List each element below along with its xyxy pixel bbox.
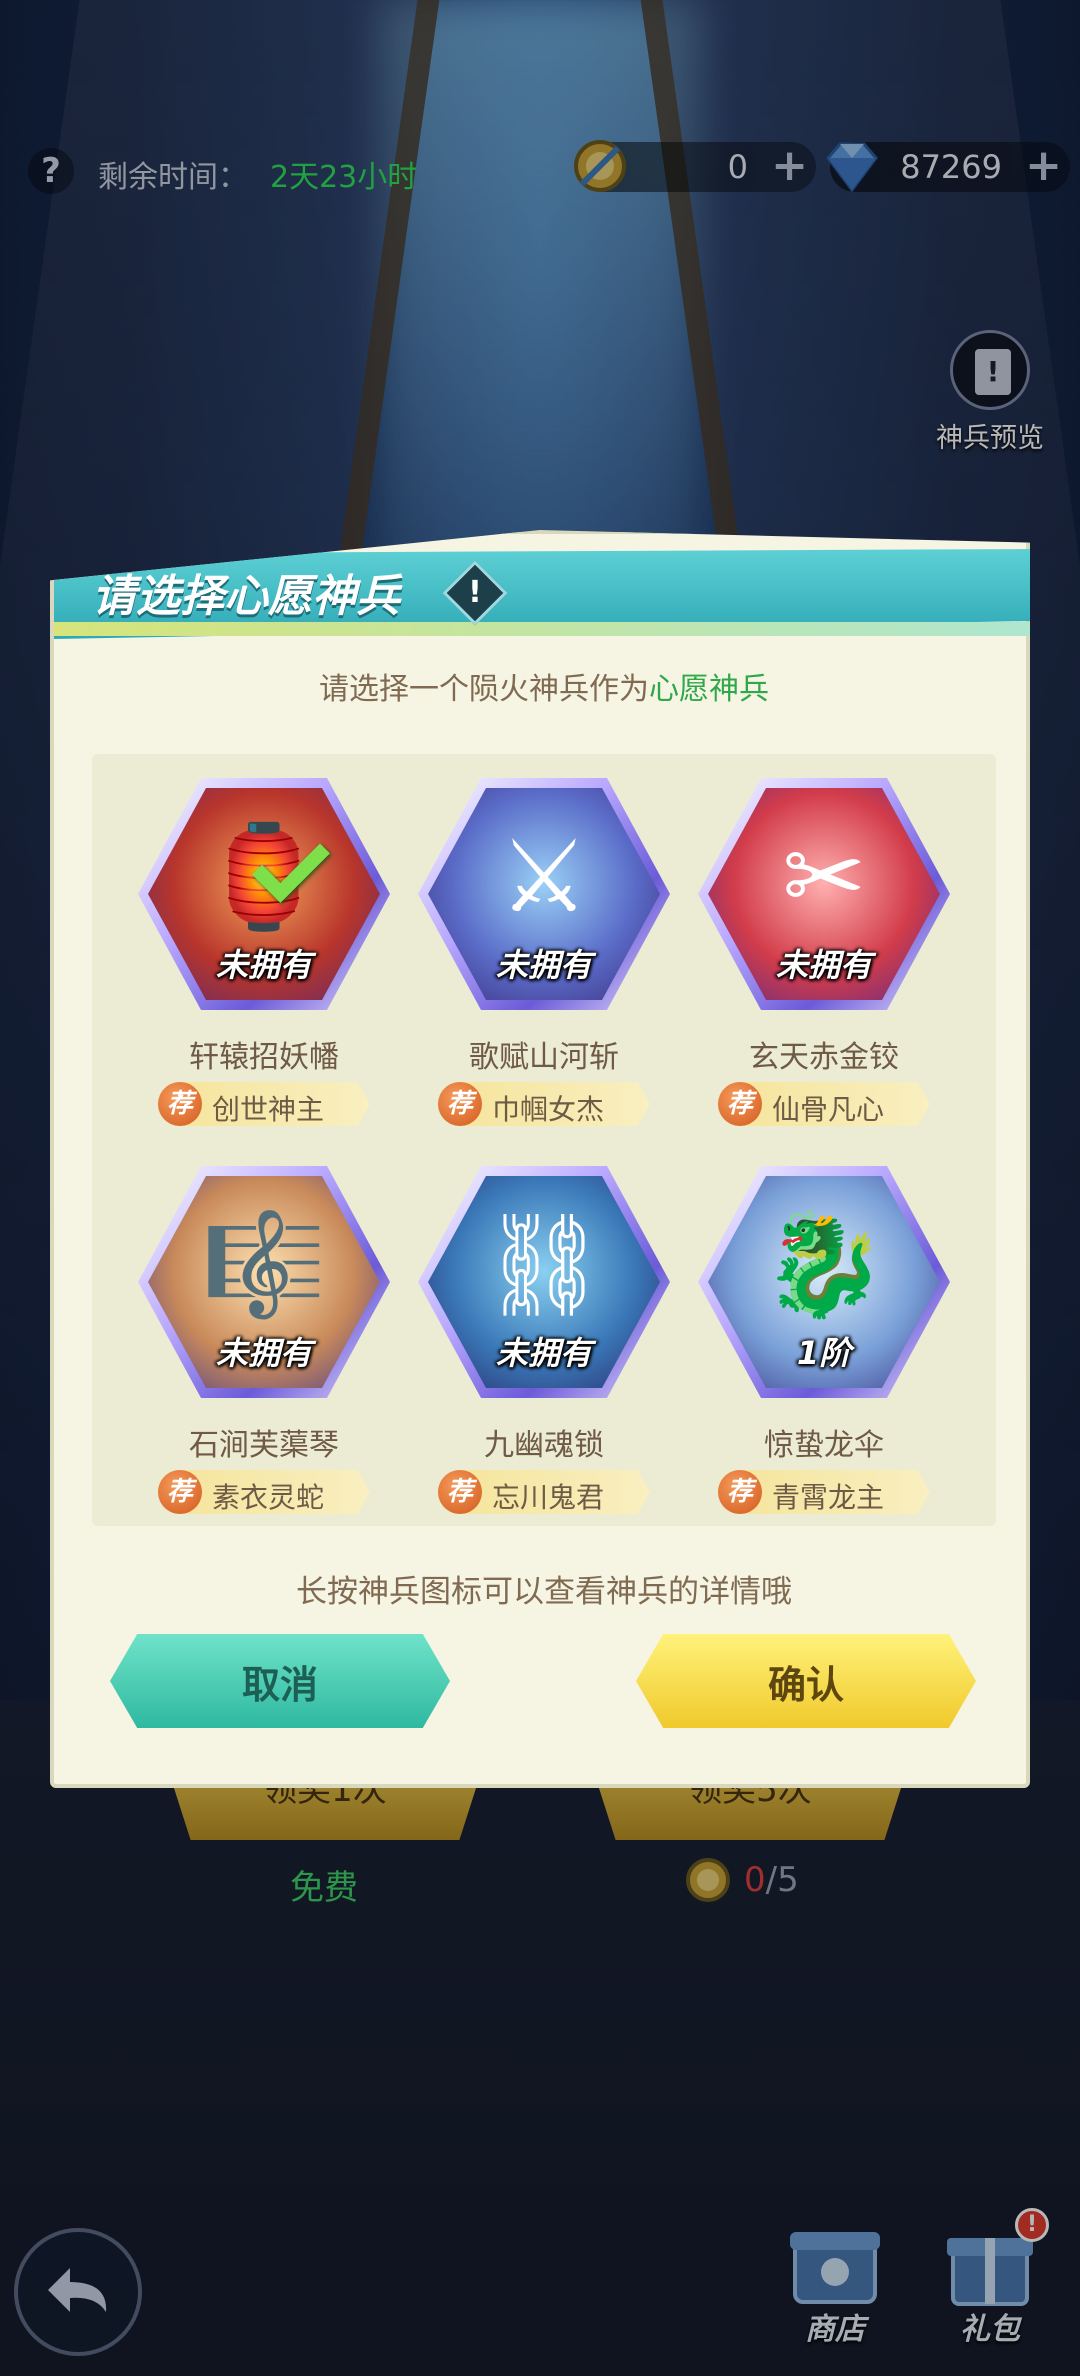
weapon-name: 歌赋山河斩 xyxy=(469,1040,619,1075)
weapon-name: 九幽魂锁 xyxy=(484,1428,604,1463)
recommended-hero-tag: 荐 巾帼女杰 xyxy=(438,1082,650,1126)
recommend-badge: 荐 xyxy=(438,1470,482,1514)
cancel-button[interactable]: 取消 xyxy=(110,1634,450,1728)
recommended-hero-name: 青霄龙主 xyxy=(772,1481,885,1514)
scissors-weapon-icon: ⚔ xyxy=(499,818,589,935)
weapon-card-1[interactable]: 🏮 未拥有 轩辕招妖幡 荐 创世神主 xyxy=(124,778,404,1158)
recommended-hero-tag: 荐 青霄龙主 xyxy=(718,1470,930,1514)
confirm-button[interactable]: 确认 xyxy=(636,1634,976,1728)
recommended-hero-tag: 荐 素衣灵蛇 xyxy=(158,1470,370,1514)
recommend-badge: 荐 xyxy=(718,1470,762,1514)
ownership-status: 未拥有 xyxy=(495,946,592,984)
ownership-status: 未拥有 xyxy=(215,1334,312,1372)
zither-weapon-icon: 🎼 xyxy=(201,1206,327,1323)
dialog-subtitle: 请选择一个陨火神兵作为心愿神兵 xyxy=(319,672,769,707)
weapon-name: 玄天赤金铰 xyxy=(749,1040,899,1075)
recommended-hero-name: 仙骨凡心 xyxy=(772,1093,885,1126)
weapon-name: 轩辕招妖幡 xyxy=(189,1040,339,1075)
weapon-grid: 🏮 未拥有 轩辕招妖幡 荐 创世神主 ⚔ 未拥有 歌赋山河斩 荐 巾帼女杰 ✂ … xyxy=(92,754,996,1526)
chain-weapon-icon: ⛓ xyxy=(480,1206,608,1323)
dialog-header-strip xyxy=(54,622,1030,636)
recommended-hero-name: 创世神主 xyxy=(212,1093,325,1126)
recommended-hero-tag: 荐 忘川鬼君 xyxy=(438,1470,650,1514)
golden-scissors-weapon-icon: ✂ xyxy=(782,818,866,935)
recommended-hero-tag: 荐 创世神主 xyxy=(158,1082,370,1126)
recommend-badge: 荐 xyxy=(158,1470,202,1514)
recommended-hero-name: 巾帼女杰 xyxy=(492,1093,605,1126)
recommend-badge: 荐 xyxy=(158,1082,202,1126)
weapon-name: 惊蛰龙伞 xyxy=(764,1428,884,1463)
weapon-card-5[interactable]: ⛓ 未拥有 九幽魂锁 荐 忘川鬼君 xyxy=(404,1166,684,1546)
wish-weapon-dialog: 请选择心愿神兵 ! 请选择一个陨火神兵作为心愿神兵 🏮 未拥有 轩辕招妖幡 荐 … xyxy=(50,530,1030,1788)
recommended-hero-name: 素衣灵蛇 xyxy=(212,1481,325,1514)
weapon-card-3[interactable]: ✂ 未拥有 玄天赤金铰 荐 仙骨凡心 xyxy=(684,778,964,1158)
recommended-hero-tag: 荐 仙骨凡心 xyxy=(718,1082,930,1126)
weapon-card-2[interactable]: ⚔ 未拥有 歌赋山河斩 荐 巾帼女杰 xyxy=(404,778,684,1158)
weapon-card-6[interactable]: 🐉 1阶 惊蛰龙伞 荐 青霄龙主 xyxy=(684,1166,964,1546)
long-press-tip: 长按神兵图标可以查看神兵的详情哦 xyxy=(296,1574,792,1610)
ownership-status: 未拥有 xyxy=(775,946,872,984)
ownership-status: 未拥有 xyxy=(495,1334,592,1372)
weapon-level: 1阶 xyxy=(796,1334,852,1372)
recommend-badge: 荐 xyxy=(438,1082,482,1126)
weapon-name: 石涧芙蕖琴 xyxy=(189,1428,339,1463)
recommended-hero-name: 忘川鬼君 xyxy=(492,1481,605,1514)
dragon-umbrella-weapon-icon: 🐉 xyxy=(761,1206,887,1323)
ownership-status: 未拥有 xyxy=(215,946,312,984)
weapon-card-4[interactable]: 🎼 未拥有 石涧芙蕖琴 荐 素衣灵蛇 xyxy=(124,1166,404,1546)
recommend-badge: 荐 xyxy=(718,1082,762,1126)
